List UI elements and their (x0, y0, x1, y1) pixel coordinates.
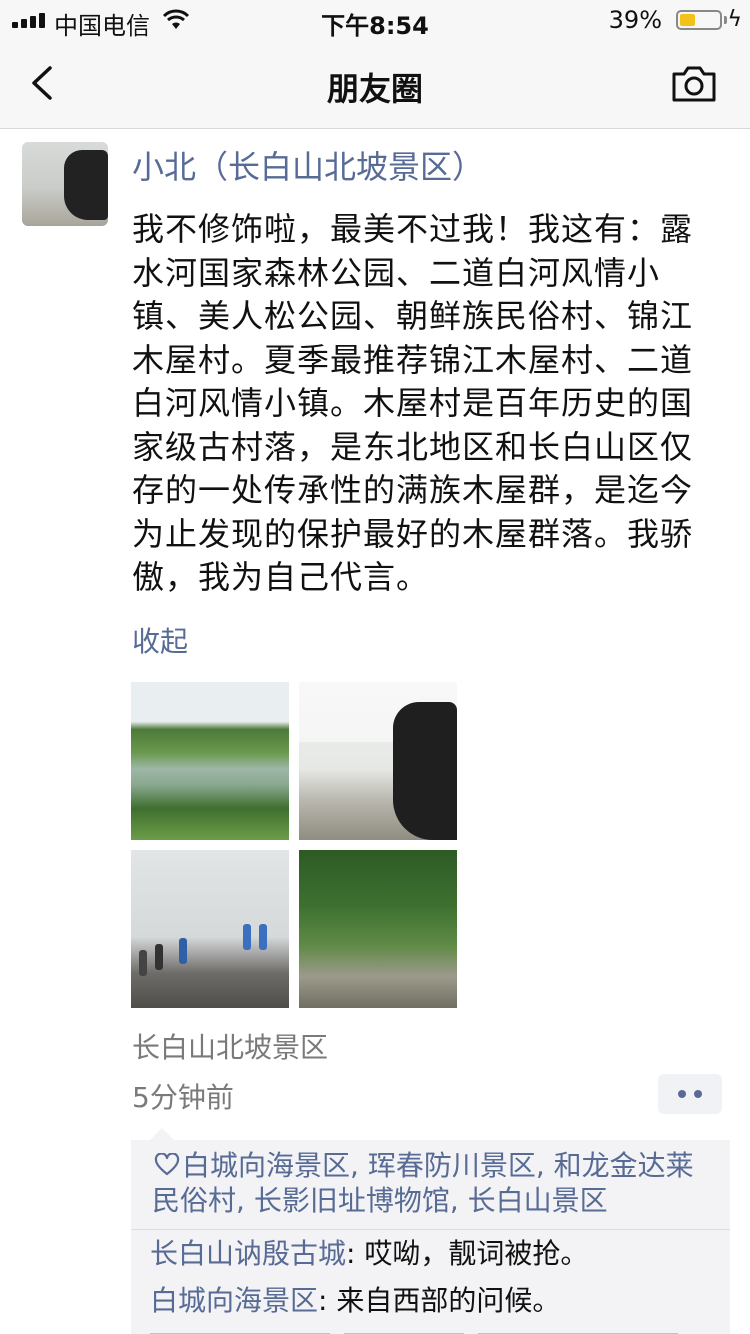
post-text: 我不修饰啦，最美不过我！我这有：露水河国家森林公园、二道白河风情小镇、美人松公园… (132, 210, 694, 596)
comment-item[interactable]: 长白山讷殷古城: 哎呦，靓词被抢。 (150, 1234, 588, 1274)
status-bar: 中国电信 下午8:54 39% ϟ (0, 0, 750, 40)
like-separator: , (535, 1149, 554, 1182)
like-name[interactable]: 白城向海景区 (182, 1149, 350, 1182)
like-name[interactable]: 珲春防川景区 (368, 1149, 536, 1182)
battery-icon (676, 10, 722, 30)
page-title: 朋友圈 (326, 70, 423, 108)
feedback-divider (131, 1229, 730, 1230)
photo-hiker (139, 950, 147, 976)
post-photo-tianchi-rock[interactable] (299, 682, 457, 840)
likes-list: 白城向海景区, 珲春防川景区, 和龙金达莱民俗村, 长影旧址博物馆, 长白山景区 (152, 1148, 718, 1218)
like-separator: , (449, 1184, 468, 1217)
like-separator: , (350, 1149, 368, 1182)
photo-hiker (179, 938, 187, 964)
heart-icon (154, 1153, 180, 1176)
comment-text: : 来自西部的问候。 (318, 1284, 561, 1317)
post-location[interactable]: 长白山北坡景区 (132, 1026, 328, 1066)
next-comment-partial (150, 1326, 710, 1334)
comment-author[interactable]: 长白山讷殷古城 (150, 1237, 346, 1270)
camera-icon[interactable] (670, 64, 718, 104)
post-author[interactable]: 小北（长白山北坡景区） (132, 142, 484, 188)
like-name[interactable]: 长白山景区 (468, 1184, 608, 1217)
comment-item[interactable]: 白城向海景区: 来自西部的问候。 (150, 1281, 560, 1321)
collapse-link[interactable]: 收起 (132, 620, 188, 660)
post-photo-hikers[interactable] (131, 850, 289, 1008)
feedback-arrow (150, 1128, 174, 1140)
avatar-rock (64, 150, 108, 220)
post-photo-canyon[interactable] (299, 850, 457, 1008)
post-photo-lake-village[interactable] (131, 682, 289, 840)
avatar[interactable] (22, 142, 108, 226)
like-separator: , (236, 1184, 254, 1217)
comment-author[interactable]: 白城向海景区 (150, 1284, 318, 1317)
post-timestamp: 5分钟前 (132, 1081, 234, 1114)
photo-hiker (259, 924, 267, 950)
battery-fill (680, 14, 695, 26)
photo-rock (393, 702, 457, 840)
battery-percent: 39% (608, 6, 662, 34)
nav-bar: 朋友圈 (0, 40, 750, 129)
comment-text: : 哎呦，靓词被抢。 (346, 1237, 589, 1270)
charging-icon: ϟ (727, 7, 742, 32)
photo-hiker (243, 924, 251, 950)
like-name[interactable]: 长影旧址博物馆 (254, 1184, 450, 1217)
more-dots-icon[interactable] (658, 1074, 722, 1114)
photo-hiker (155, 944, 163, 970)
